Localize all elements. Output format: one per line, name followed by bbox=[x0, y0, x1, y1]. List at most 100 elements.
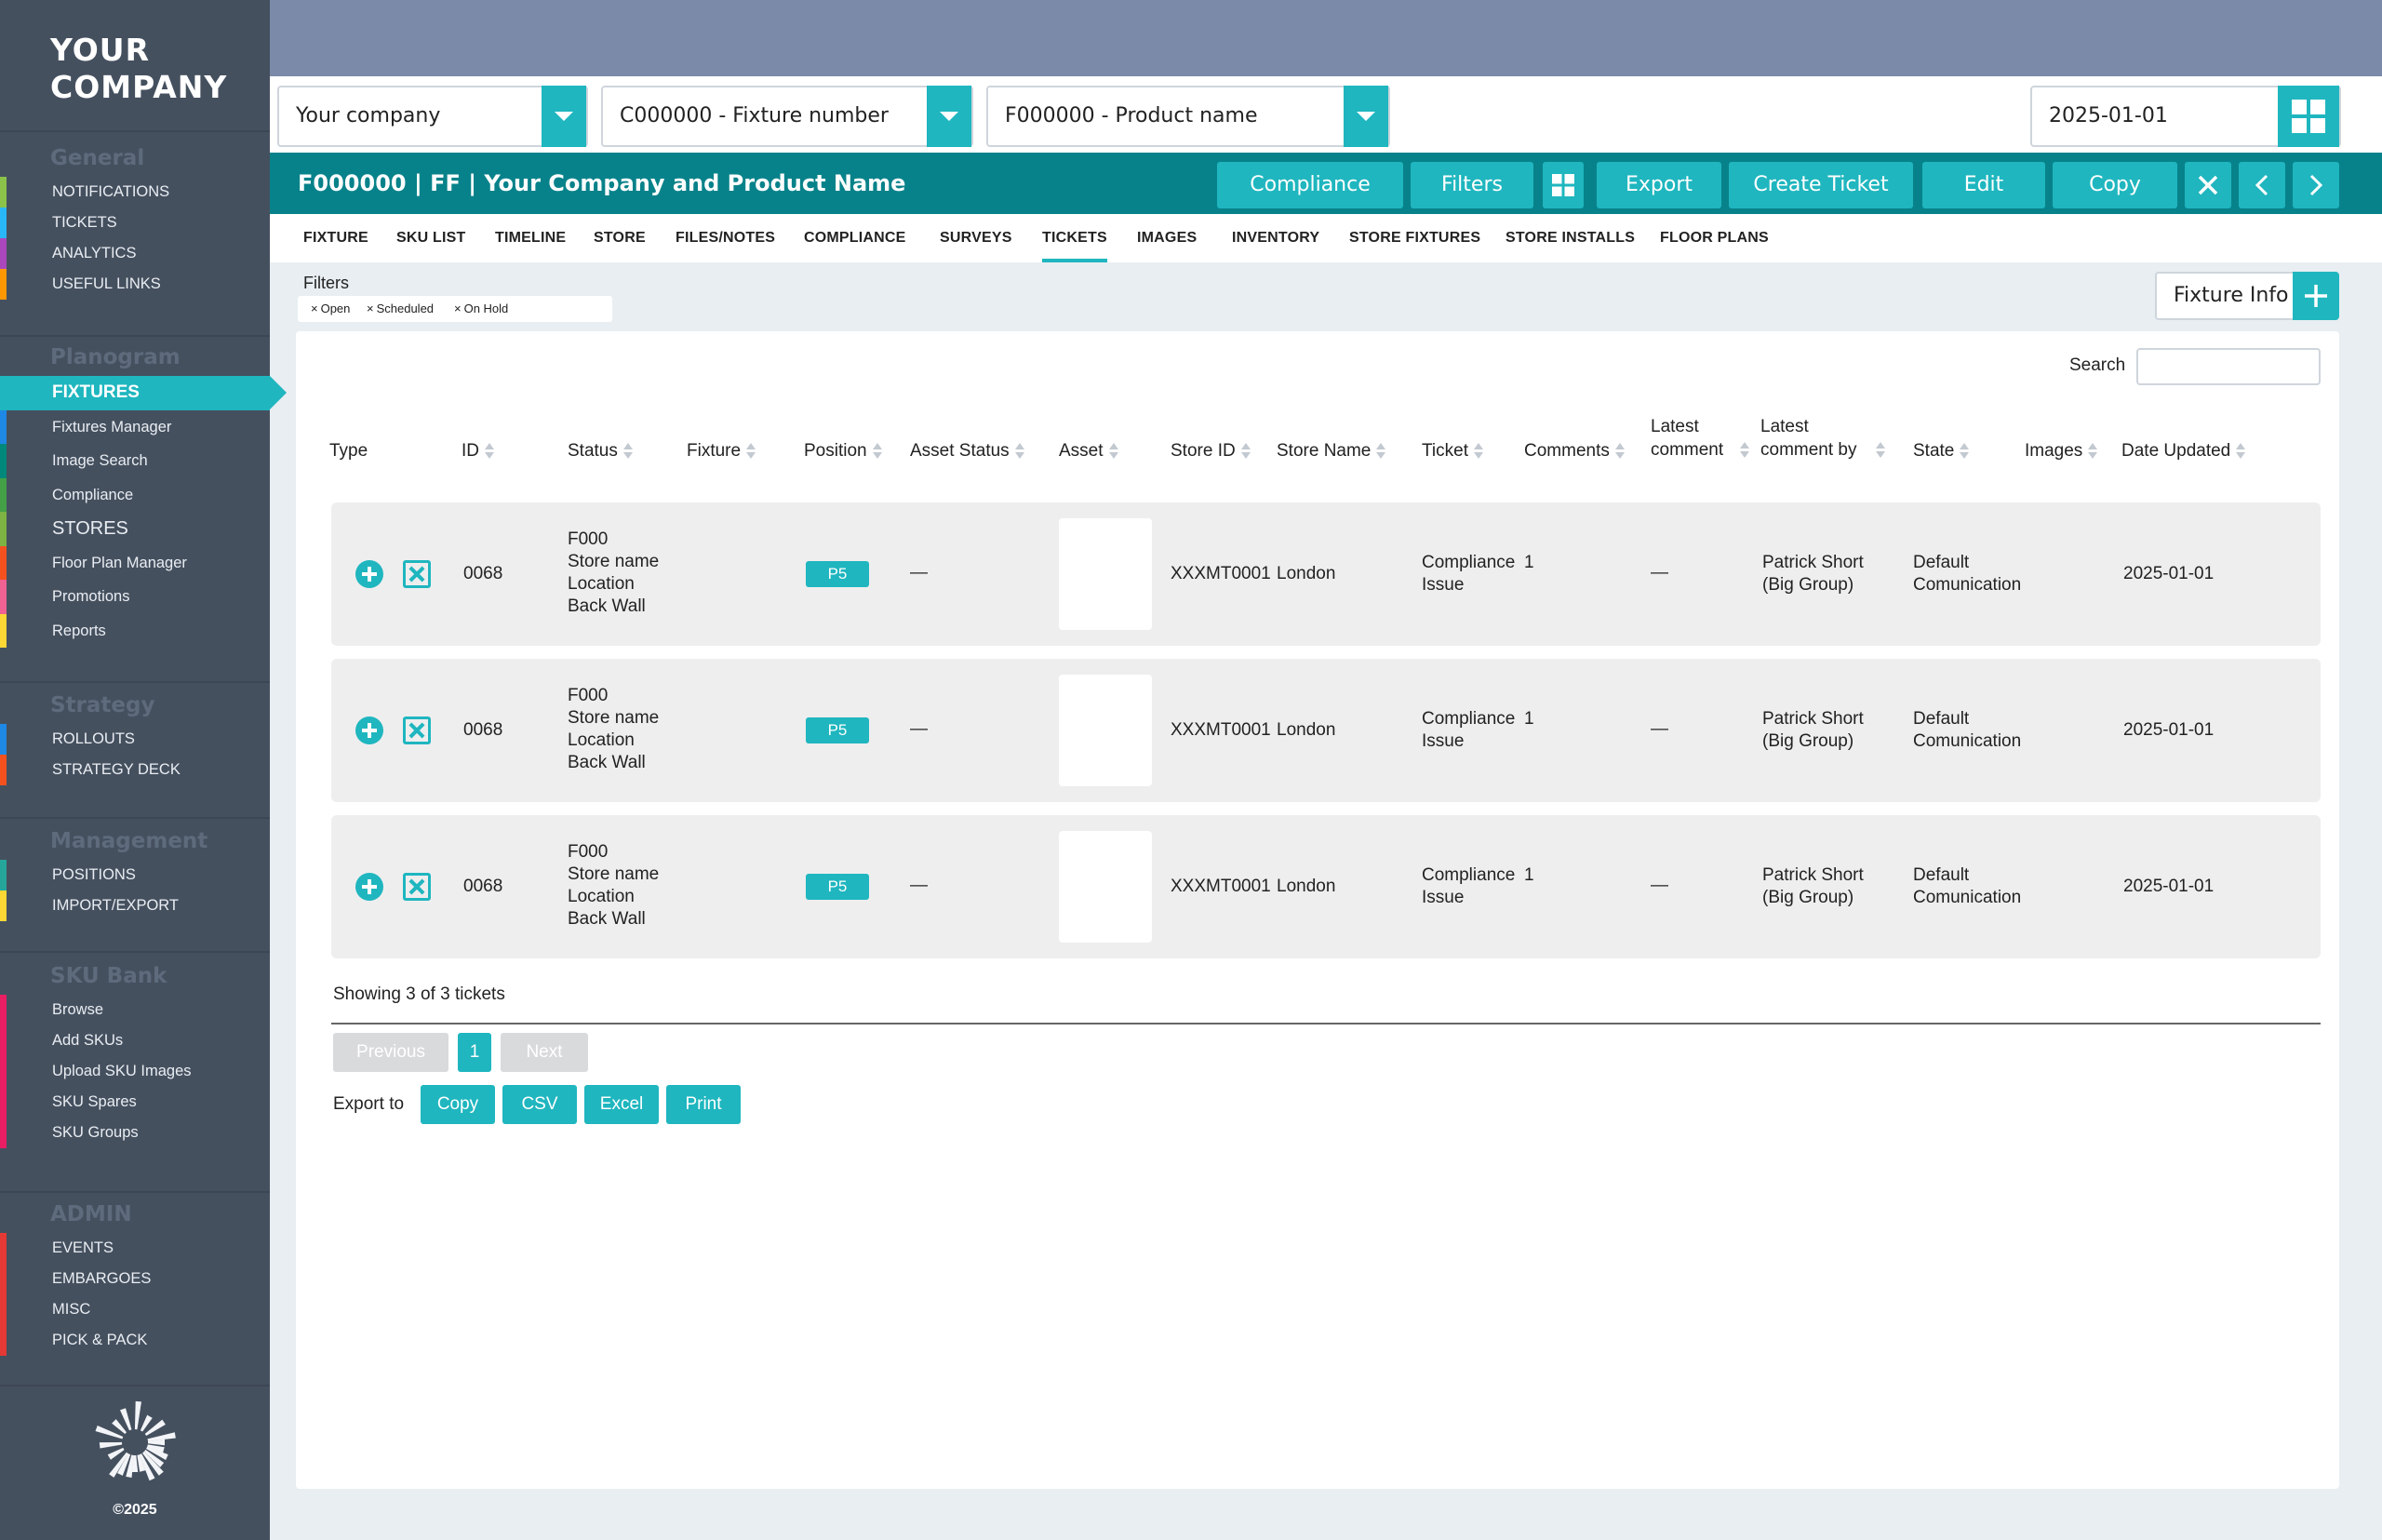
sidebar-item-sku-spares[interactable]: SKU Spares bbox=[0, 1087, 270, 1118]
tab-tickets[interactable]: TICKETS bbox=[1042, 214, 1107, 262]
column-header[interactable]: Comments bbox=[1524, 439, 1625, 462]
tab-inventory[interactable]: INVENTORY bbox=[1232, 214, 1319, 262]
tab-fixture[interactable]: FIXTURE bbox=[303, 214, 368, 262]
export-csv-button[interactable]: CSV bbox=[502, 1085, 577, 1124]
sidebar-item-fixtures[interactable]: FIXTURES bbox=[0, 376, 287, 410]
close-icon[interactable]: × bbox=[367, 301, 374, 315]
add-circle-icon[interactable] bbox=[355, 716, 383, 744]
add-fixture-info-button[interactable] bbox=[2293, 272, 2339, 320]
column-header[interactable]: Fixture bbox=[687, 439, 756, 462]
close-box-icon[interactable] bbox=[403, 560, 431, 588]
column-header[interactable]: Date Updated bbox=[2121, 439, 2246, 462]
chevron-down-icon[interactable] bbox=[1344, 86, 1388, 147]
sort-icon[interactable] bbox=[485, 442, 494, 461]
previous-button[interactable] bbox=[2239, 162, 2285, 208]
fixture-select[interactable]: C000000 - Fixture number bbox=[601, 86, 973, 147]
column-header[interactable]: Asset bbox=[1059, 439, 1118, 462]
sidebar-item-add-skus[interactable]: Add SKUs bbox=[0, 1025, 270, 1056]
sidebar-item-positions[interactable]: POSITIONS bbox=[0, 860, 270, 891]
sort-icon[interactable] bbox=[622, 442, 633, 461]
column-header[interactable]: Store Name bbox=[1277, 439, 1386, 462]
column-header[interactable]: State bbox=[1913, 439, 1970, 462]
tab-store[interactable]: STORE bbox=[594, 214, 646, 262]
sidebar-item-floor-plan-manager[interactable]: Floor Plan Manager bbox=[0, 545, 270, 580]
sidebar-item-image-search[interactable]: Image Search bbox=[0, 444, 270, 478]
compliance-button[interactable]: Compliance bbox=[1217, 162, 1403, 208]
sidebar-item-compliance[interactable]: Compliance bbox=[0, 477, 270, 512]
date-field[interactable]: 2025-01-01 bbox=[2030, 86, 2341, 147]
sort-icon[interactable] bbox=[746, 442, 756, 461]
sidebar-item-tickets[interactable]: TICKETS bbox=[0, 208, 270, 238]
sidebar-item-rollouts[interactable]: ROLLOUTS bbox=[0, 724, 270, 755]
sidebar-item-analytics[interactable]: ANALYTICS bbox=[0, 238, 270, 269]
column-header[interactable]: Latest comment by bbox=[1760, 415, 1885, 462]
page-button[interactable]: 1 bbox=[458, 1033, 491, 1072]
layout-grid-button[interactable] bbox=[1543, 162, 1584, 208]
sidebar-item-import-export[interactable]: IMPORT/EXPORT bbox=[0, 891, 270, 921]
tab-store-installs[interactable]: STORE INSTALLS bbox=[1505, 214, 1635, 262]
sidebar-item-notifications[interactable]: NOTIFICATIONS bbox=[0, 177, 270, 208]
sidebar-item-events[interactable]: EVENTS bbox=[0, 1233, 270, 1264]
search-input[interactable] bbox=[2136, 348, 2321, 385]
sort-icon[interactable] bbox=[2236, 442, 2246, 461]
close-icon[interactable]: × bbox=[454, 301, 462, 315]
filter-chips[interactable]: × Open × Scheduled × On Hold bbox=[298, 296, 612, 322]
sort-icon[interactable] bbox=[1240, 442, 1251, 461]
sidebar-item-upload-sku-images[interactable]: Upload SKU Images bbox=[0, 1056, 270, 1087]
column-header[interactable]: Store ID bbox=[1171, 439, 1251, 462]
export-print-button[interactable]: Print bbox=[666, 1085, 741, 1124]
filter-chip[interactable]: × Open bbox=[311, 301, 350, 315]
add-circle-icon[interactable] bbox=[355, 560, 383, 588]
sidebar-item-strategy-deck[interactable]: STRATEGY DECK bbox=[0, 755, 270, 785]
sort-icon[interactable] bbox=[1108, 442, 1118, 461]
sort-icon[interactable] bbox=[2088, 442, 2098, 461]
sort-icon[interactable] bbox=[1473, 442, 1483, 461]
sidebar-item-stores[interactable]: STORES bbox=[0, 512, 270, 546]
sort-icon[interactable] bbox=[1876, 441, 1885, 460]
sort-icon[interactable] bbox=[1376, 442, 1386, 461]
close-icon[interactable]: × bbox=[311, 301, 318, 315]
sidebar-item-misc[interactable]: MISC bbox=[0, 1294, 270, 1325]
company-select[interactable]: Your company bbox=[277, 86, 588, 147]
column-header[interactable]: Images bbox=[2025, 439, 2098, 462]
column-header[interactable]: Latest comment bbox=[1651, 415, 1749, 462]
sidebar-item-sku-groups[interactable]: SKU Groups bbox=[0, 1118, 270, 1148]
tab-compliance[interactable]: COMPLIANCE bbox=[804, 214, 906, 262]
tab-files-notes[interactable]: FILES/NOTES bbox=[676, 214, 775, 262]
close-box-icon[interactable] bbox=[403, 716, 431, 744]
chevron-down-icon[interactable] bbox=[542, 86, 586, 147]
column-header[interactable]: Status bbox=[568, 439, 633, 462]
asset-thumbnail[interactable] bbox=[1059, 831, 1152, 943]
copy-button[interactable]: Copy bbox=[2053, 162, 2177, 208]
sort-icon[interactable] bbox=[1740, 441, 1749, 460]
filters-button[interactable]: Filters bbox=[1411, 162, 1533, 208]
filter-chip[interactable]: × Scheduled bbox=[367, 301, 434, 315]
export-copy-button[interactable]: Copy bbox=[421, 1085, 495, 1124]
sidebar-item-fixtures-manager[interactable]: Fixtures Manager bbox=[0, 409, 270, 444]
add-circle-icon[interactable] bbox=[355, 873, 383, 901]
sidebar-item-browse[interactable]: Browse bbox=[0, 995, 270, 1025]
filter-chip[interactable]: × On Hold bbox=[454, 301, 508, 315]
sidebar-item-reports[interactable]: Reports bbox=[0, 613, 270, 648]
tab-store-fixtures[interactable]: STORE FIXTURES bbox=[1349, 214, 1480, 262]
column-header[interactable]: Asset Status bbox=[910, 439, 1024, 462]
sort-icon[interactable] bbox=[872, 442, 882, 461]
sidebar-item-pick-pack[interactable]: PICK & PACK bbox=[0, 1325, 270, 1356]
sidebar-item-promotions[interactable]: Promotions bbox=[0, 580, 270, 614]
sidebar-item-useful-links[interactable]: USEFUL LINKS bbox=[0, 269, 270, 300]
tab-images[interactable]: IMAGES bbox=[1137, 214, 1197, 262]
asset-thumbnail[interactable] bbox=[1059, 675, 1152, 786]
column-header[interactable]: ID bbox=[462, 439, 494, 462]
next-page-button[interactable]: Next bbox=[501, 1033, 588, 1072]
export-excel-button[interactable]: Excel bbox=[584, 1085, 659, 1124]
sort-icon[interactable] bbox=[1614, 442, 1625, 461]
product-select[interactable]: F000000 - Product name bbox=[986, 86, 1390, 147]
tab-surveys[interactable]: SURVEYS bbox=[940, 214, 1012, 262]
next-button[interactable] bbox=[2293, 162, 2339, 208]
create-ticket-button[interactable]: Create Ticket bbox=[1729, 162, 1913, 208]
sort-icon[interactable] bbox=[1960, 442, 1970, 461]
edit-button[interactable]: Edit bbox=[1922, 162, 2045, 208]
sort-icon[interactable] bbox=[1014, 442, 1024, 461]
tab-sku-list[interactable]: SKU LIST bbox=[396, 214, 466, 262]
close-box-icon[interactable] bbox=[403, 873, 431, 901]
